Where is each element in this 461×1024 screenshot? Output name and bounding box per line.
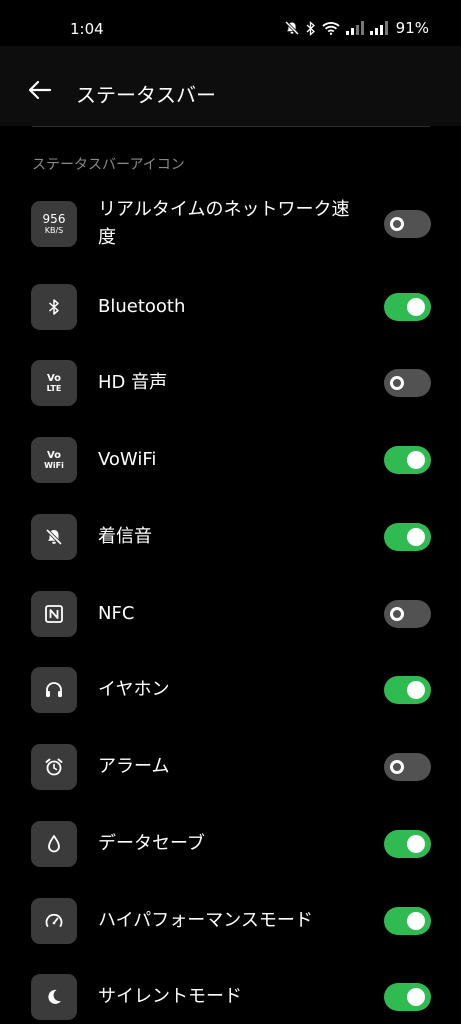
status-icons: 91% xyxy=(284,19,429,37)
setting-label: イヤホン xyxy=(98,679,170,700)
volte-icon-text-bottom: LTE xyxy=(46,383,62,393)
setting-row-bluetooth[interactable]: Bluetooth xyxy=(0,269,461,345)
header-divider xyxy=(32,126,430,127)
setting-label: HD 音声 xyxy=(98,372,168,393)
toggle-switch[interactable] xyxy=(384,830,431,858)
alarm-icon xyxy=(31,744,77,790)
toggle-switch[interactable] xyxy=(384,523,431,551)
setting-row-earphones[interactable]: イヤホン xyxy=(0,652,461,728)
signal-2-status-icon xyxy=(369,21,388,35)
setting-row-silent-mode[interactable]: サイレントモード xyxy=(0,959,461,1024)
moon-icon xyxy=(31,974,77,1020)
vowifi-icon-text-top: Vo xyxy=(46,449,62,461)
setting-row-vowifi[interactable]: Vo WiFi VoWiFi xyxy=(0,422,461,498)
wifi-status-icon xyxy=(322,21,340,35)
bluetooth-status-icon xyxy=(306,20,316,36)
setting-row-ringtone[interactable]: 着信音 xyxy=(0,499,461,575)
status-bar: 1:04 91% xyxy=(0,0,461,46)
setting-row-nfc[interactable]: NFC xyxy=(0,576,461,652)
vowifi-icon: Vo WiFi xyxy=(31,437,77,483)
back-button[interactable] xyxy=(20,74,60,110)
nfc-icon xyxy=(31,591,77,637)
section-header: ステータスバーアイコン xyxy=(32,157,185,173)
setting-label: アラーム xyxy=(98,756,170,777)
setting-label: NFC xyxy=(98,603,135,624)
setting-row-network-speed[interactable]: 956 KB/S リアルタイムのネットワーク速度 xyxy=(0,186,461,262)
toggle-switch[interactable] xyxy=(384,446,431,474)
setting-label: サイレントモード xyxy=(98,986,242,1007)
toggle-switch[interactable] xyxy=(384,983,431,1011)
setting-row-alarm[interactable]: アラーム xyxy=(0,729,461,805)
setting-label: VoWiFi xyxy=(98,449,157,470)
network-speed-value: 956 xyxy=(42,212,66,226)
toggle-switch[interactable] xyxy=(384,210,431,238)
setting-label: リアルタイムのネットワーク速度 xyxy=(98,199,350,248)
toggle-switch[interactable] xyxy=(384,676,431,704)
battery-percentage: 91% xyxy=(395,19,429,37)
vowifi-icon-text-bottom: WiFi xyxy=(44,460,64,470)
page-title: ステータスバー xyxy=(76,83,216,107)
bell-off-status-icon xyxy=(284,20,300,36)
back-arrow-icon xyxy=(28,80,52,104)
toggle-switch[interactable] xyxy=(384,369,431,397)
headphones-icon xyxy=(31,667,77,713)
data-saver-icon xyxy=(31,821,77,867)
toggle-switch[interactable] xyxy=(384,600,431,628)
setting-row-high-performance[interactable]: ハイパフォーマンスモード xyxy=(0,883,461,959)
setting-label: ハイパフォーマンスモード xyxy=(98,910,313,931)
volte-icon-text-top: Vo xyxy=(46,372,62,384)
setting-label: 着信音 xyxy=(98,526,152,547)
app-bar: ステータスバー xyxy=(0,46,461,126)
toggle-switch[interactable] xyxy=(384,907,431,935)
signal-1-status-icon xyxy=(345,21,364,35)
setting-label: Bluetooth xyxy=(98,296,186,317)
setting-row-hd-voice[interactable]: Vo LTE HD 音声 xyxy=(0,345,461,421)
bell-off-icon xyxy=(31,514,77,560)
performance-icon xyxy=(31,898,77,944)
setting-row-data-saver[interactable]: データセーブ xyxy=(0,806,461,882)
bluetooth-icon xyxy=(31,284,77,330)
toggle-switch[interactable] xyxy=(384,753,431,781)
volte-icon: Vo LTE xyxy=(31,360,77,406)
toggle-switch[interactable] xyxy=(384,293,431,321)
setting-label: データセーブ xyxy=(98,833,205,854)
network-speed-unit: KB/S xyxy=(44,226,64,235)
status-time: 1:04 xyxy=(70,20,104,38)
network-speed-icon: 956 KB/S xyxy=(31,201,77,247)
